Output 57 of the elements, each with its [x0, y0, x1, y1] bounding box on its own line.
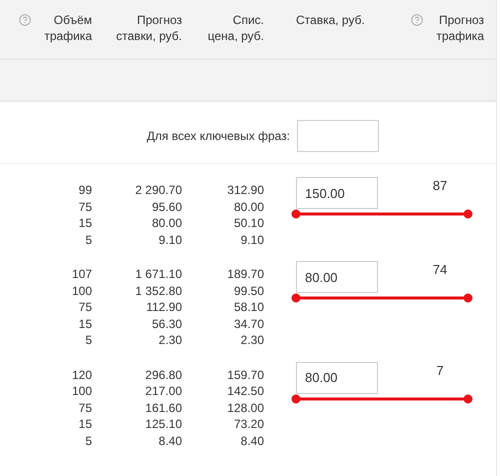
- cell-value: 56.30: [150, 316, 182, 332]
- cell-value: 58.10: [232, 299, 264, 316]
- column-header: Прогноз трафика: [435, 12, 484, 44]
- cell-value: 5: [84, 332, 92, 348]
- cell-value: 9.10: [240, 232, 264, 248]
- cell-value: 75: [78, 198, 92, 215]
- column-header: Спис. цена, руб.: [206, 12, 264, 44]
- bid-input[interactable]: 80.00: [296, 261, 378, 293]
- column-header: Ставка, руб.: [296, 12, 365, 28]
- bulk-bid-input[interactable]: [297, 120, 379, 152]
- cell-value: 9.10: [158, 232, 182, 248]
- cell-value: 1 352.80: [134, 282, 182, 299]
- cell-value: 8.40: [240, 432, 264, 449]
- cell-value: 296.80: [144, 366, 182, 383]
- cell-value: 99: [78, 182, 92, 198]
- cell-value: 8.40: [158, 432, 182, 449]
- cell-value: 80.00: [232, 198, 264, 215]
- cell-value: 15: [78, 215, 92, 232]
- cell-value: 15: [78, 416, 92, 432]
- cell-value: 1 671.10: [134, 266, 182, 282]
- cell-value: 50.10: [232, 215, 264, 232]
- cell-value: 99.50: [232, 282, 264, 299]
- cell-value: 15: [78, 316, 92, 332]
- cell-value: 2 290.70: [134, 182, 182, 198]
- help-icon[interactable]: [19, 14, 31, 26]
- cell-value: 95.60: [150, 198, 182, 215]
- cell-value: 34.70: [232, 316, 264, 332]
- cell-value: 312.90: [226, 182, 264, 198]
- bid-input[interactable]: 150.00: [296, 177, 378, 209]
- cell-value: 107: [70, 266, 92, 282]
- cell-value: 125.10: [144, 416, 182, 432]
- bid-input[interactable]: 80.00: [296, 362, 378, 394]
- cell-value: 100: [70, 383, 92, 400]
- cell-value: 112.90: [145, 299, 182, 316]
- traffic-forecast-value: 74: [432, 262, 448, 277]
- cell-value: 142.50: [226, 383, 264, 400]
- bulk-label: Для всех ключевых фраз:: [146, 128, 290, 142]
- cell-value: 5: [84, 432, 92, 449]
- cell-value: 73.20: [232, 416, 264, 432]
- cell-value: 161.60: [144, 400, 182, 416]
- cell-value: 5: [84, 232, 92, 248]
- traffic-forecast-value: 87: [432, 178, 448, 193]
- column-header: Объём трафика: [43, 12, 92, 44]
- cell-value: 128.00: [226, 400, 264, 416]
- cell-value: 80.00: [150, 215, 182, 232]
- cell-value: 120: [70, 366, 92, 383]
- cell-value: 2.30: [158, 332, 182, 348]
- column-header: Прогноз ставки, руб.: [115, 12, 182, 44]
- cell-value: 159.70: [226, 366, 264, 383]
- help-icon[interactable]: [411, 14, 423, 26]
- cell-value: 75: [78, 400, 92, 416]
- cell-value: 75: [78, 299, 92, 316]
- cell-value: 2.30: [240, 332, 264, 348]
- cell-value: 217.00: [144, 383, 182, 400]
- traffic-forecast-value: 7: [436, 362, 444, 378]
- cell-value: 100: [70, 282, 92, 299]
- cell-value: 189.70: [226, 266, 264, 282]
